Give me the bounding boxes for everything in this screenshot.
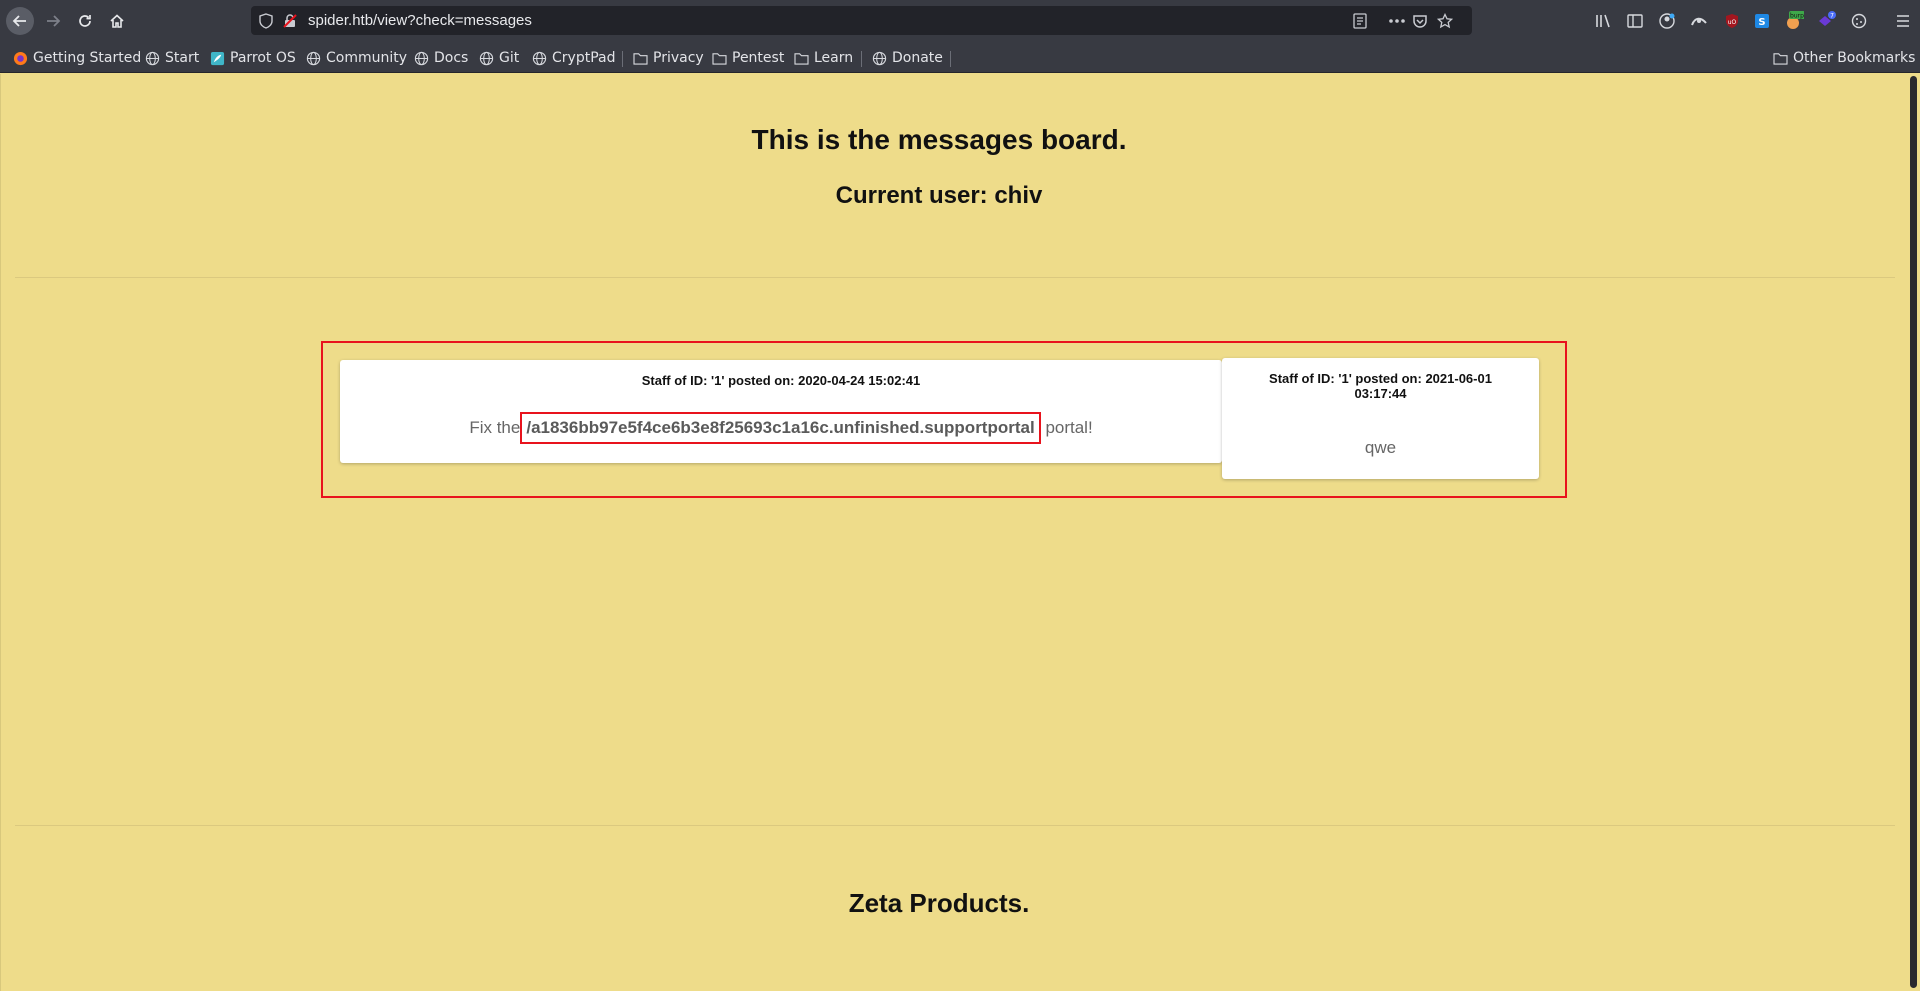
svg-text:S: S <box>1758 17 1765 28</box>
extension-icon[interactable] <box>1689 11 1709 31</box>
back-button[interactable] <box>6 7 34 35</box>
globe-icon <box>531 50 547 66</box>
bookmark-start[interactable]: Start <box>144 48 199 68</box>
svg-text:7: 7 <box>1830 13 1834 20</box>
pocket-icon[interactable] <box>1411 12 1429 30</box>
arrow-left-icon <box>12 15 26 27</box>
parrot-icon <box>209 50 225 66</box>
globe-icon <box>413 50 429 66</box>
bookmark-separator <box>622 51 623 67</box>
forward-button[interactable] <box>40 8 66 34</box>
shield-icon[interactable] <box>257 12 275 30</box>
bookmark-label: Donate <box>892 50 943 66</box>
bookmark-community[interactable]: Community <box>305 48 407 68</box>
folder-icon <box>793 50 809 66</box>
burp-proxy-icon[interactable]: burp <box>1784 11 1804 31</box>
portal-path-highlight: /a1836bb97e5f4ce6b3e8f25693c1a16c.unfini… <box>520 412 1041 444</box>
other-bookmarks[interactable]: Other Bookmarks <box>1772 48 1915 68</box>
scrollbar[interactable] <box>1907 74 1920 991</box>
svg-text:uO: uO <box>1728 19 1737 26</box>
bookmark-label: Learn <box>814 50 854 66</box>
section-title: Zeta Products. <box>848 888 1030 918</box>
message-meta: Staff of ID: '1' posted on: 2021-06-01 0… <box>1222 371 1539 401</box>
bookmark-label: Start <box>165 50 200 66</box>
folder-icon <box>1772 50 1788 66</box>
bookmark-parrot-os[interactable]: Parrot OS <box>209 48 296 68</box>
bookmark-donate[interactable]: Donate <box>871 48 943 68</box>
more-actions-icon[interactable] <box>1388 12 1406 30</box>
message-card: Staff of ID: '1' posted on: 2021-06-01 0… <box>1222 358 1539 479</box>
bookmark-folder-pentest[interactable]: Pentest <box>711 48 784 68</box>
message-meta: Staff of ID: '1' posted on: 2020-04-24 1… <box>641 373 921 388</box>
divider <box>15 277 1895 278</box>
bookmark-label: Getting Started <box>33 50 142 66</box>
svg-text:burp: burp <box>1790 13 1804 20</box>
reader-view-icon[interactable] <box>1351 12 1369 30</box>
bookmark-separator <box>861 51 862 67</box>
bookmark-star-icon[interactable] <box>1436 12 1454 30</box>
bookmark-label: Git <box>499 50 520 66</box>
ublock-icon[interactable]: uO <box>1722 11 1742 31</box>
divider <box>15 825 1895 826</box>
bookmark-cryptpad[interactable]: CryptPad <box>531 48 615 68</box>
other-bookmarks-label: Other Bookmarks <box>1793 50 1916 66</box>
bookmark-docs[interactable]: Docs <box>413 48 468 68</box>
scrollbar-thumb[interactable] <box>1910 76 1917 988</box>
bookmarks-bar: Getting Started Start Parrot OS Communit… <box>0 43 1920 73</box>
bookmark-separator <box>950 51 951 67</box>
stylus-icon[interactable]: S <box>1752 11 1772 31</box>
bookmark-folder-privacy[interactable]: Privacy <box>632 48 704 68</box>
bookmark-label: Docs <box>434 50 469 66</box>
globe-icon <box>478 50 494 66</box>
current-user-heading: Current user: chiv <box>835 182 1043 209</box>
cookie-icon[interactable] <box>1849 11 1869 31</box>
bookmark-label: Pentest <box>732 50 785 66</box>
account-icon[interactable] <box>1657 11 1677 31</box>
globe-icon <box>871 50 887 66</box>
folder-icon <box>632 50 648 66</box>
bookmark-git[interactable]: Git <box>478 48 519 68</box>
hamburger-menu-icon[interactable] <box>1893 11 1913 31</box>
url-bar[interactable]: spider.htb/view?check=messages <box>251 6 1472 35</box>
page-title: This is the messages board. <box>751 124 1127 155</box>
folder-icon <box>711 50 727 66</box>
home-button[interactable] <box>104 8 130 34</box>
library-icon[interactable] <box>1594 11 1614 31</box>
message-meta-line: Staff of ID: '1' posted on: 2021-06-01 <box>1269 371 1492 386</box>
firefox-icon <box>12 50 28 66</box>
globe-icon <box>144 50 160 66</box>
message-card: Staff of ID: '1' posted on: 2020-04-24 1… <box>340 360 1222 463</box>
globe-icon <box>305 50 321 66</box>
bookmark-folder-learn[interactable]: Learn <box>793 48 853 68</box>
bookmark-label: CryptPad <box>552 50 616 66</box>
reload-icon <box>79 15 91 27</box>
insecure-lock-icon[interactable] <box>281 12 299 30</box>
sidebar-icon[interactable] <box>1625 11 1645 31</box>
message-body-prefix: Fix the <box>469 418 521 437</box>
bookmark-label: Privacy <box>653 50 704 66</box>
bookmark-label: Parrot OS <box>230 50 296 66</box>
page-content: This is the messages board. Current user… <box>0 74 1907 991</box>
bookmark-label: Community <box>326 50 408 66</box>
home-icon <box>110 14 124 28</box>
message-body: Fix the/a1836bb97e5f4ce6b3e8f25693c1a16c… <box>340 412 1222 444</box>
message-body: qwe <box>1364 438 1397 457</box>
reload-button[interactable] <box>72 8 98 34</box>
message-body-suffix: portal! <box>1045 418 1093 437</box>
message-meta-line: 03:17:44 <box>1354 386 1407 401</box>
url-text[interactable]: spider.htb/view?check=messages <box>308 12 532 29</box>
bookmark-getting-started[interactable]: Getting Started <box>12 48 141 68</box>
browser-toolbar: spider.htb/view?check=messages uO S burp… <box>0 0 1920 43</box>
arrow-right-icon <box>47 15 61 27</box>
wappalyzer-icon[interactable]: 7 <box>1817 11 1837 31</box>
